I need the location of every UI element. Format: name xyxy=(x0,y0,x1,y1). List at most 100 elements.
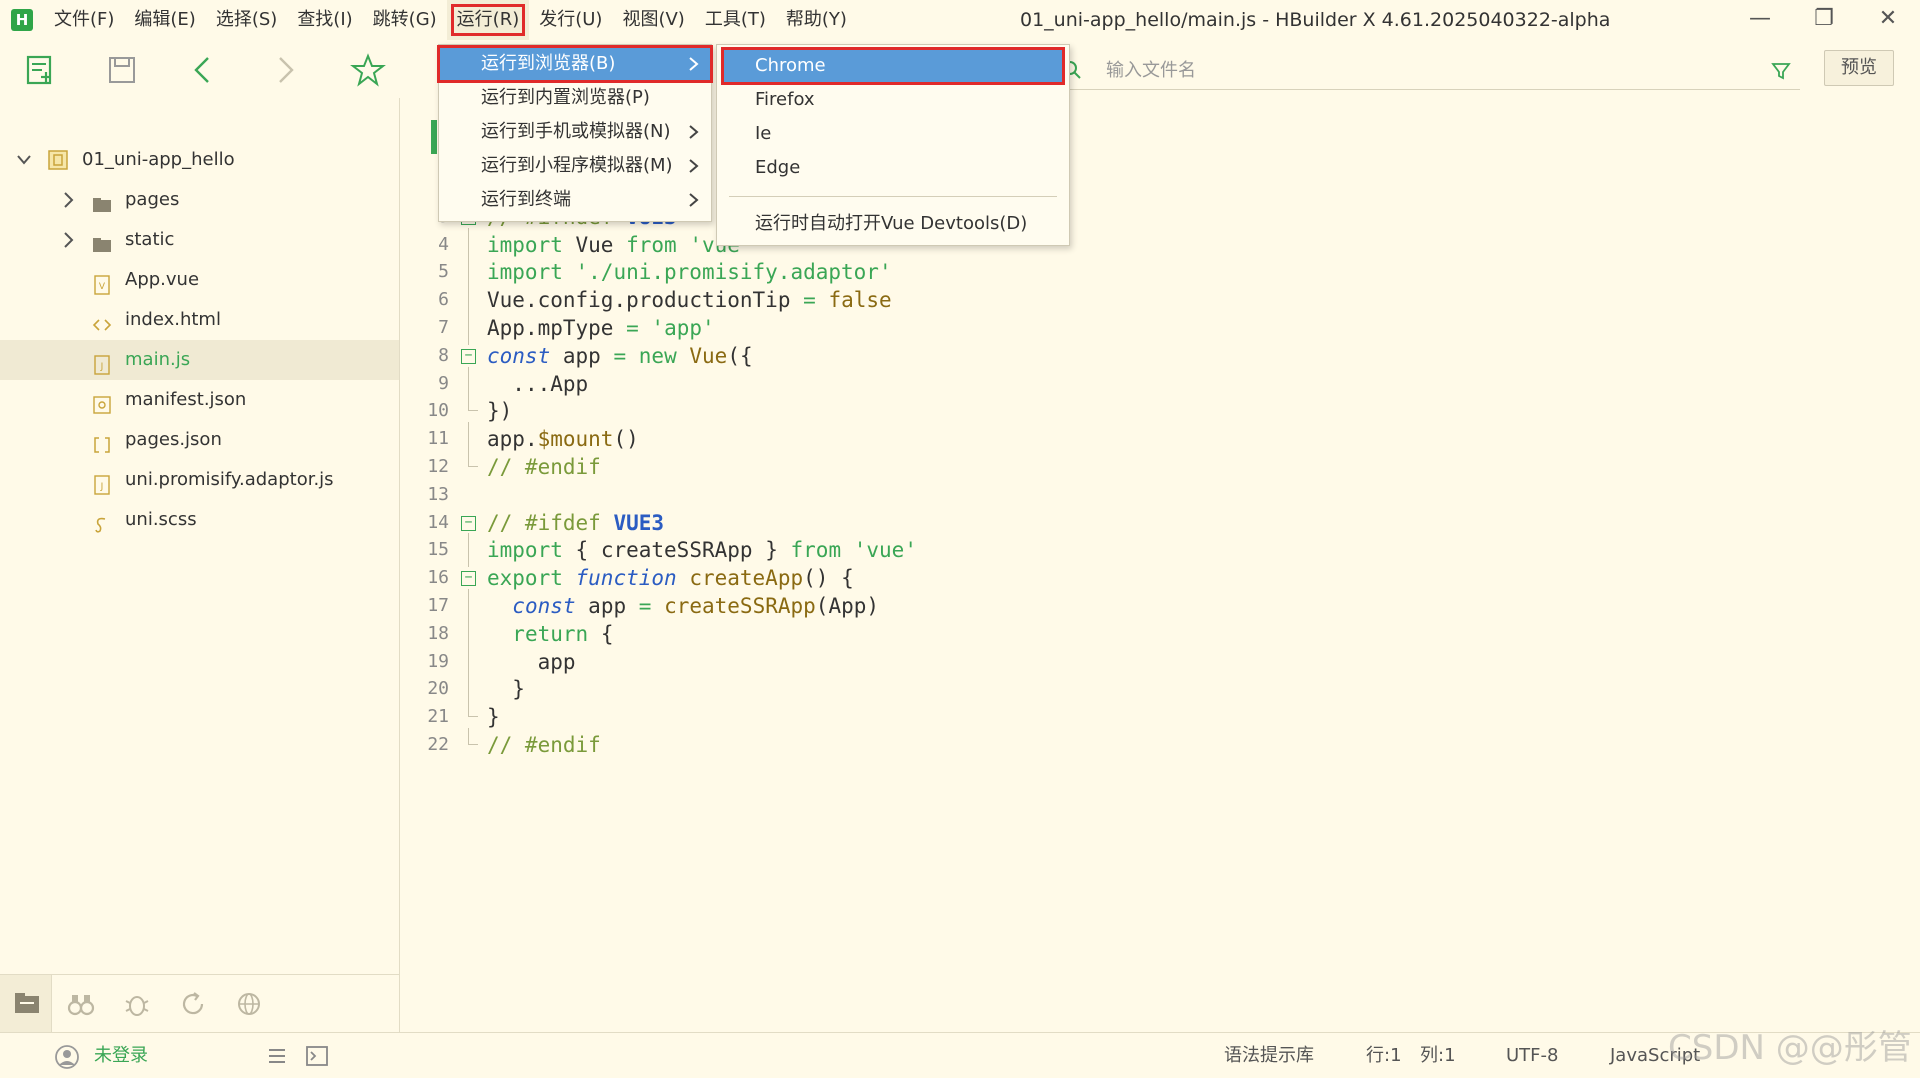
avatar-icon[interactable] xyxy=(54,1044,80,1070)
bug-icon[interactable] xyxy=(122,989,152,1019)
tree-item-uni-promisify-adaptor-js[interactable]: Juni.promisify.adaptor.js xyxy=(0,460,399,500)
minimize-button[interactable]: — xyxy=(1728,0,1792,40)
title-bar: H 文件(F) 编辑(E) 选择(S) 查找(I) 跳转(G) 运行(R) 发行… xyxy=(0,0,1920,40)
menu-item-label: Firefox xyxy=(755,89,815,110)
tree-item-uni-scss[interactable]: uni.scss xyxy=(0,500,399,540)
new-file-icon[interactable] xyxy=(22,52,58,88)
watermark: CSDN @@彤管 xyxy=(1668,1028,1912,1068)
tree-item-static[interactable]: static xyxy=(0,220,399,260)
project-root[interactable]: 01_uni-app_hello xyxy=(0,140,399,180)
line-number: 22 xyxy=(427,734,449,755)
code-line[interactable]: 22 // #endif xyxy=(401,728,1901,762)
fold-end-guide xyxy=(468,394,478,412)
fold-toggle-icon[interactable]: − xyxy=(461,571,476,587)
tree-item-label: pages xyxy=(125,189,180,210)
menu-tools[interactable]: 工具(T) xyxy=(695,0,776,40)
run-menu: 运行到浏览器(B) 运行到内置浏览器(P) 运行到手机或模拟器(N) 运行到小程序模拟… xyxy=(437,44,713,222)
menu-goto[interactable]: 跳转(G) xyxy=(363,0,447,40)
menu-edit[interactable]: 编辑(E) xyxy=(124,0,205,40)
menu-run[interactable]: 运行(R) xyxy=(446,0,530,40)
menu-file[interactable]: 文件(F) xyxy=(44,0,124,40)
fold-toggle-icon[interactable]: − xyxy=(461,348,476,364)
list-icon[interactable] xyxy=(266,1046,288,1066)
menu-item-run-2[interactable]: 运行到手机或模拟器(N) xyxy=(439,115,711,149)
tree-item-label: uni.scss xyxy=(125,509,197,530)
restore-button[interactable]: ❐ xyxy=(1792,0,1856,40)
chevron-right-icon xyxy=(687,183,701,227)
project-icon xyxy=(48,150,68,170)
menu-item-label: Ie xyxy=(755,123,772,144)
menu-item-label: 运行时自动打开Vue Devtools(D) xyxy=(755,213,1028,234)
star-icon[interactable] xyxy=(350,52,386,88)
globe-icon[interactable] xyxy=(234,989,264,1019)
current-line-marker xyxy=(431,120,437,154)
status-bar: 未登录 语法提示库 行:1 列:1 UTF-8 JavaScript xyxy=(0,1032,1920,1078)
fold-end-guide xyxy=(468,728,478,745)
window-title: 01_uni-app_hello/main.js - HBuilder X 4.… xyxy=(1020,9,1611,31)
terminal-icon[interactable] xyxy=(306,1046,328,1066)
tree-item-index-html[interactable]: index.html xyxy=(0,300,399,340)
vue-file-icon: V xyxy=(92,270,112,295)
login-status[interactable]: 未登录 xyxy=(94,1033,148,1078)
menu-select[interactable]: 选择(S) xyxy=(206,0,287,40)
back-icon[interactable] xyxy=(186,52,222,88)
file-encoding[interactable]: UTF-8 xyxy=(1506,1033,1558,1078)
tree-item-label: manifest.json xyxy=(125,389,247,410)
menu-item-browser-edge[interactable]: Edge xyxy=(717,151,1069,185)
menu-item-browser-chrome[interactable]: Chrome xyxy=(721,47,1065,85)
code-editor[interactable]: 23−// #ifndef VUE34import Vue from 'vue'… xyxy=(401,98,1920,1032)
js-file-icon: J xyxy=(92,470,112,495)
menu-item-run-4[interactable]: 运行到终端 xyxy=(439,183,711,217)
project-root-label: 01_uni-app_hello xyxy=(82,149,235,170)
tree-item-app-vue[interactable]: V App.vue xyxy=(0,260,399,300)
json-file-icon xyxy=(92,430,112,453)
menu-item-run-3[interactable]: 运行到小程序模拟器(M) xyxy=(439,149,711,183)
tree-item-label: pages.json xyxy=(125,429,222,450)
filter-icon[interactable] xyxy=(1770,60,1792,82)
tree-item-label: App.vue xyxy=(125,269,200,290)
fold-toggle-icon[interactable]: − xyxy=(461,515,476,531)
menu-item-run-0[interactable]: 运行到浏览器(B) xyxy=(437,45,713,83)
folder-icon xyxy=(92,190,112,212)
save-icon[interactable] xyxy=(104,52,140,88)
menu-publish[interactable]: 发行(U) xyxy=(529,0,612,40)
cursor-row[interactable]: 行:1 xyxy=(1366,1033,1402,1078)
tree-item-manifest-json[interactable]: manifest.json xyxy=(0,380,399,420)
window-controls: — ❐ ✕ xyxy=(1728,0,1920,40)
menu-separator xyxy=(729,196,1057,197)
sidebar-tabs xyxy=(0,974,399,1033)
svg-text:J: J xyxy=(100,482,104,492)
menu-item-label: 运行到小程序模拟器(M) xyxy=(481,155,673,176)
menu-item-browser-ie[interactable]: Ie xyxy=(717,117,1069,151)
menu-help[interactable]: 帮助(Y) xyxy=(776,0,857,40)
refresh-icon[interactable] xyxy=(178,989,208,1019)
browser-submenu: Chrome Firefox Ie Edge 运行时自动打开Vue Devtools(… xyxy=(716,44,1070,246)
menu-item-run-1[interactable]: 运行到内置浏览器(P) xyxy=(439,81,711,115)
close-button[interactable]: ✕ xyxy=(1856,0,1920,40)
menu-bar: 文件(F) 编辑(E) 选择(S) 查找(I) 跳转(G) 运行(R) 发行(U… xyxy=(44,0,857,40)
tree-item-pages[interactable]: pages xyxy=(0,180,399,220)
menu-item-label: 运行到浏览器(B) xyxy=(481,53,616,74)
menu-item-label: Edge xyxy=(755,157,801,178)
menu-view[interactable]: 视图(V) xyxy=(612,0,694,40)
scss-file-icon xyxy=(92,510,112,533)
html-file-icon xyxy=(92,310,112,331)
menu-item-vue-devtools[interactable]: 运行时自动打开Vue Devtools(D) xyxy=(717,207,1069,241)
binoculars-icon[interactable] xyxy=(66,989,96,1019)
fold-end-guide xyxy=(468,700,478,718)
file-search-input[interactable] xyxy=(1106,56,1706,84)
preview-button[interactable]: 预览 xyxy=(1824,50,1894,86)
cursor-col[interactable]: 列:1 xyxy=(1420,1033,1456,1078)
files-icon[interactable] xyxy=(12,989,42,1019)
svg-text:J: J xyxy=(100,362,104,372)
syntax-library[interactable]: 语法提示库 xyxy=(1224,1033,1314,1078)
forward-icon[interactable] xyxy=(268,52,304,88)
project-sidebar: 01_uni-app_hello pages static V App.vue inde… xyxy=(0,98,400,1033)
tree-item-label: uni.promisify.adaptor.js xyxy=(125,469,334,490)
tree-item-pages-json[interactable]: pages.json xyxy=(0,420,399,460)
js-file-icon: J xyxy=(92,350,112,375)
menu-item-browser-firefox[interactable]: Firefox xyxy=(717,83,1069,117)
tree-item-main-js[interactable]: Jmain.js xyxy=(0,340,399,380)
menu-find[interactable]: 查找(I) xyxy=(287,0,362,40)
svg-text:V: V xyxy=(99,282,106,292)
